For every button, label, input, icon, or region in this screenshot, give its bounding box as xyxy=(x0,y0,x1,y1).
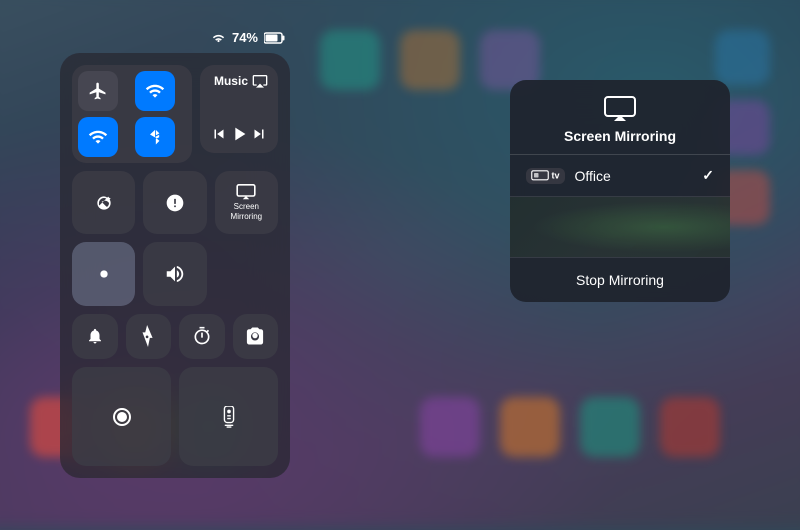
cellular-button[interactable] xyxy=(135,71,175,111)
screen-mirror-label: ScreenMirroring xyxy=(231,202,263,221)
camera-button[interactable] xyxy=(233,314,279,360)
orientation-lock-button[interactable] xyxy=(72,171,135,234)
bell-button[interactable] xyxy=(72,314,118,360)
status-bar: 74% xyxy=(60,30,290,53)
bluetooth-button[interactable] xyxy=(135,117,175,157)
stop-mirroring-label: Stop Mirroring xyxy=(576,272,664,288)
device-row-office[interactable]: tv Office ✓ xyxy=(510,155,730,197)
volume-slider[interactable] xyxy=(143,242,206,305)
mirror-title: Screen Mirroring xyxy=(564,128,676,144)
mirror-header: Screen Mirroring xyxy=(510,80,730,154)
cc-row5 xyxy=(72,367,278,466)
network-group xyxy=(72,65,192,163)
appletv-badge: tv xyxy=(526,168,565,184)
do-not-disturb-button[interactable] xyxy=(143,171,206,234)
screen-mirroring-popup: Screen Mirroring tv Office ✓ Stop Mirror… xyxy=(510,80,730,302)
screen-record-button[interactable] xyxy=(72,367,171,466)
battery-percentage: 74% xyxy=(232,30,258,45)
cc-row4 xyxy=(72,314,278,360)
wifi-button[interactable] xyxy=(78,117,118,157)
device-name-office: Office xyxy=(575,168,693,184)
control-center-panel: 74% xyxy=(60,30,290,478)
mirror-popup-container: Screen Mirroring tv Office ✓ Stop Mirror… xyxy=(510,80,730,302)
mirror-empty-area xyxy=(510,197,730,257)
stop-mirroring-button[interactable]: Stop Mirroring xyxy=(510,257,730,302)
cc-top-row: Music xyxy=(72,65,278,163)
flashlight-button[interactable] xyxy=(126,314,172,360)
prev-button[interactable] xyxy=(210,125,228,143)
control-center: Music xyxy=(60,53,290,478)
airplay-icon[interactable] xyxy=(252,73,268,89)
brightness-slider[interactable] xyxy=(72,242,135,305)
cc-row2: ScreenMirroring xyxy=(72,171,278,234)
airplane-mode-button[interactable] xyxy=(78,71,118,111)
battery-icon xyxy=(264,32,286,44)
wifi-status-icon xyxy=(211,32,226,44)
cc-row3 xyxy=(72,242,278,305)
screen-mirror-button[interactable]: ScreenMirroring xyxy=(215,171,278,234)
music-title: Music xyxy=(210,74,252,88)
music-widget[interactable]: Music xyxy=(200,65,278,153)
device-selected-checkmark: ✓ xyxy=(702,167,714,184)
music-controls xyxy=(210,123,268,145)
play-button[interactable] xyxy=(228,123,250,145)
next-button[interactable] xyxy=(250,125,268,143)
screen-mirroring-icon xyxy=(604,96,636,122)
timer-button[interactable] xyxy=(179,314,225,360)
remote-button[interactable] xyxy=(179,367,278,466)
